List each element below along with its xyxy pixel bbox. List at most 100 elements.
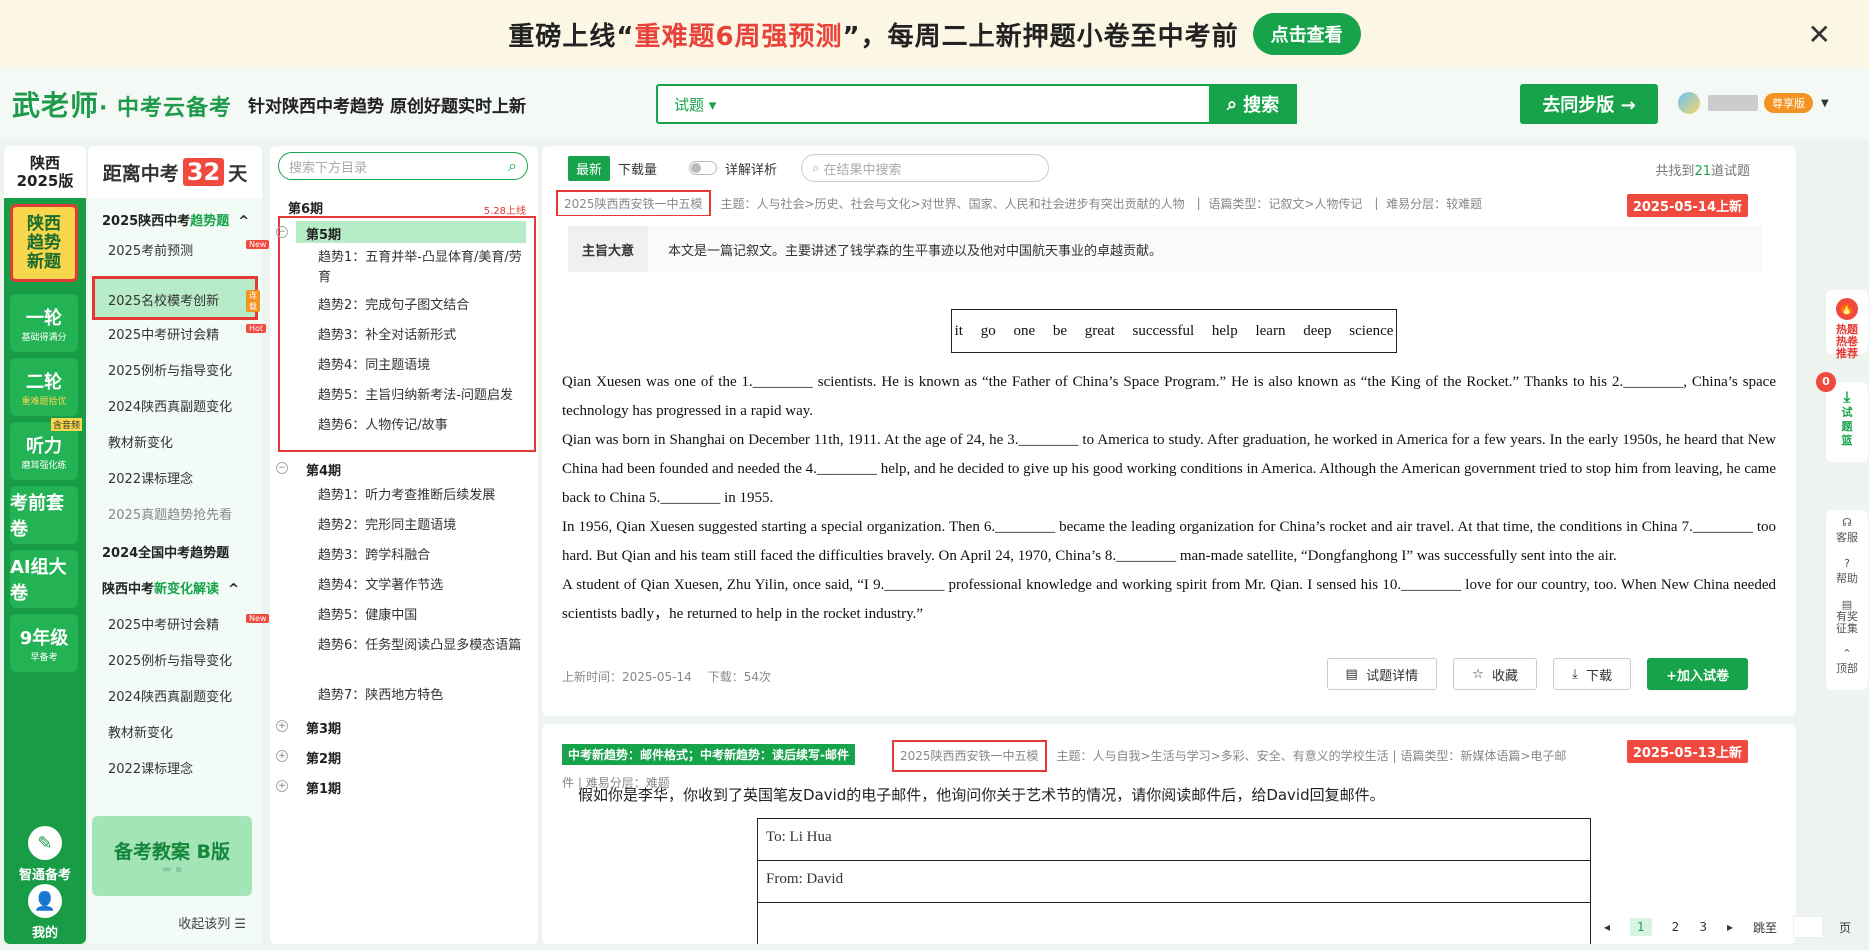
tree-topic[interactable]: 趋势5：健康中国 (318, 606, 524, 626)
search-type-dropdown[interactable]: 试题 ▾ (674, 94, 734, 115)
expand-icon[interactable]: + (276, 750, 288, 762)
prev-page-icon[interactable]: ◂ (1604, 920, 1610, 934)
jump-page-input[interactable] (1793, 916, 1823, 938)
user-menu[interactable]: 尊享版 ▼ (1678, 92, 1829, 114)
word-bank: it go one be great successful help learn… (951, 309, 1397, 353)
promo-banner[interactable]: 重磅上线“重难题6周强预测”，每周二上新押题小卷至中考前 点击查看 ✕ (0, 0, 1869, 68)
search-input[interactable] (734, 86, 1209, 122)
rail-item-grade9[interactable]: 9年级 早备考 (10, 614, 78, 672)
menu-item[interactable]: 2025考前预测 New (108, 240, 270, 259)
question-detail-button[interactable]: ▤ 试题详情 (1326, 658, 1438, 690)
rail-item-mock-papers[interactable]: 考前套卷 (10, 486, 78, 544)
back-to-top-button[interactable]: ⌃ 顶部 (1826, 641, 1868, 682)
menu-item[interactable]: 2022课标理念 (108, 758, 193, 777)
menu-item[interactable]: 2024陕西真副题变化 (108, 396, 232, 415)
result-search-input[interactable]: ⌕ 在结果中搜索 (801, 154, 1050, 182)
expand-icon[interactable]: + (276, 780, 288, 792)
expand-icon[interactable]: + (276, 720, 288, 732)
collapse-icon[interactable]: − (276, 462, 288, 474)
region-selector[interactable]: 陕西 2025版 (4, 146, 86, 198)
menu-group-trend[interactable]: 2025陕西中考趋势题 ^ (102, 210, 249, 229)
passage-paragraph: In 1956, Qian Xuesen suggested starting … (562, 519, 1776, 564)
banner-text: 重磅上线“重难题6周强预测”，每周二上新押题小卷至中考前 (508, 21, 1239, 52)
tree-topic[interactable]: 趋势6：任务型阅读凸显多模态语篇 (318, 636, 524, 656)
menu-item[interactable]: 2025例析与指导变化 (108, 360, 232, 379)
page-2[interactable]: 2 (1672, 920, 1680, 934)
menu-item[interactable]: 2024陕西真副题变化 (108, 686, 232, 705)
category-menu: 距离中考 32 天 2025陕西中考趋势题 ^ 2025考前预测 New 2025名校… (88, 146, 270, 944)
source-label[interactable]: 2025陕西西安铁一中五模 (892, 740, 1047, 772)
tree-topic[interactable]: 趋势7：陕西地方特色 (318, 686, 524, 706)
lesson-plan-card[interactable]: 备考教案 B版 ▬ ▪ (92, 816, 252, 896)
chevron-down-icon[interactable]: ▼ (1821, 98, 1829, 109)
question-meta: 2025陕西西安铁一中五模 主题：人与社会>历史、社会与文化>对世界、国家、人民… (556, 190, 1586, 216)
passage-paragraph: Qian was born in Shanghai on December 11… (562, 432, 1776, 506)
rail-item-listening[interactable]: 听力 磨耳强化练 含音频 (10, 418, 82, 480)
avatar[interactable] (1678, 92, 1700, 114)
search-button[interactable]: ⌕ 搜索 (1209, 84, 1297, 124)
menu-item[interactable]: 2025真题趋势抢先看 (108, 504, 232, 523)
tree-topic[interactable]: 趋势1：听力考查推断后续发展 (318, 486, 524, 506)
hot-recommend-button[interactable]: 🔥 热题热卷推荐 (1826, 290, 1868, 360)
pagination: ◂ 1 2 3 ▸ 跳至 页 (1594, 916, 1861, 938)
document-icon: ▤ (1345, 666, 1367, 682)
menu-item[interactable]: 2025中考研讨会精 Hot (108, 324, 267, 343)
tree-topic[interactable]: 趋势5：主旨归纳新考法-问题启发 (318, 386, 524, 406)
tree-topic[interactable]: 趋势6：人物传记/故事 (318, 416, 524, 436)
catalog-search-input[interactable]: 搜索下方目录 ⌕ (278, 152, 528, 180)
period-5[interactable]: 第5期 (306, 224, 341, 243)
period-3[interactable]: 第3期 (306, 718, 341, 737)
service-button[interactable]: ☊ 客服 (1826, 510, 1868, 551)
passage: Qian Xuesen was one of the 1.________ sc… (562, 368, 1776, 629)
rail-item-round2[interactable]: 二轮 重难题拾优 (10, 358, 78, 416)
exam-countdown: 距离中考 32 天 (102, 158, 248, 186)
menu-item[interactable]: 教材新变化 (108, 722, 173, 741)
page-3[interactable]: 3 (1699, 920, 1707, 934)
rail-item-round1[interactable]: 一轮 基础得满分 (10, 294, 78, 352)
rail-item-ai-paper[interactable]: AI组大卷 (10, 550, 78, 608)
tree-topic[interactable]: 趋势1：五育并举-凸显体育/美育/劳育 (318, 248, 524, 288)
my-account-link[interactable]: 👤 我的 (4, 884, 86, 941)
tab-latest[interactable]: 最新 (568, 155, 611, 181)
download-button[interactable]: ⤓ 下载 (1553, 658, 1632, 690)
collapse-column-button[interactable]: 收起该列 ☰ (178, 913, 246, 932)
period-2[interactable]: 第2期 (306, 748, 341, 767)
menu-item[interactable]: 2025例析与指导变化 (108, 650, 232, 669)
tree-topic[interactable]: 趋势4：同主题语境 (318, 356, 524, 376)
carousel-dots: ▬ ▪ (162, 864, 182, 875)
next-page-icon[interactable]: ▸ (1727, 920, 1733, 934)
menu-item[interactable]: 2025中考研讨会精 New (108, 614, 270, 633)
tree-topic[interactable]: 趋势4：文学著作节选 (318, 576, 524, 596)
period-4[interactable]: 第4期 (306, 460, 341, 479)
menu-item[interactable]: 2022课标理念 (108, 468, 193, 487)
tree-topic[interactable]: 趋势3：跨学科融合 (318, 546, 524, 566)
page-1[interactable]: 1 (1630, 918, 1652, 936)
star-icon: ☆ (1472, 666, 1493, 682)
menu-item-active[interactable]: 2025名校模考创新 连载 (108, 290, 260, 312)
add-to-paper-button[interactable]: +加入试卷 (1647, 658, 1748, 690)
banner-view-button[interactable]: 点击查看 (1252, 13, 1361, 55)
close-icon[interactable]: ✕ (1808, 18, 1831, 51)
menu-item[interactable]: 教材新变化 (108, 432, 173, 451)
detail-toggle[interactable] (689, 161, 718, 175)
question-basket-button[interactable]: 0 ⤓ 试题篮 (1816, 372, 1868, 462)
tree-topic[interactable]: 趋势2：完形同主题语境 (318, 516, 524, 536)
logo[interactable]: 武老师· 中考云备考 (12, 84, 232, 124)
collapse-icon[interactable]: − (276, 226, 288, 238)
tree-topic[interactable]: 趋势2：完成句子图文结合 (318, 296, 524, 316)
menu-group-national[interactable]: 2024全国中考趋势题 (102, 542, 229, 561)
rail-item-trend[interactable]: 陕西 趋势 新题 (10, 204, 78, 282)
search-icon[interactable]: ⌕ (508, 156, 517, 176)
reward-button[interactable]: ▤ 有奖征集 (1826, 592, 1868, 641)
source-label[interactable]: 2025陕西西安铁一中五模 (556, 190, 711, 216)
tree-topic[interactable]: 趋势3：补全对话新形式 (318, 326, 524, 346)
period-1[interactable]: 第1期 (306, 778, 341, 797)
favorite-button[interactable]: ☆ 收藏 (1453, 658, 1538, 690)
tab-downloads[interactable]: 下载量 (610, 156, 665, 181)
period-6[interactable]: 第6期 (288, 198, 323, 217)
sync-version-button[interactable]: 去同步版 → (1520, 84, 1658, 124)
menu-group-changes[interactable]: 陕西中考新变化解读 ^ (102, 578, 239, 597)
support-tools: ☊ 客服 ? 帮助 ▤ 有奖征集 ⌃ 顶部 (1826, 510, 1868, 690)
smart-prep-link[interactable]: ✎ 智通备考 (4, 826, 86, 883)
help-button[interactable]: ? 帮助 (1826, 551, 1868, 592)
